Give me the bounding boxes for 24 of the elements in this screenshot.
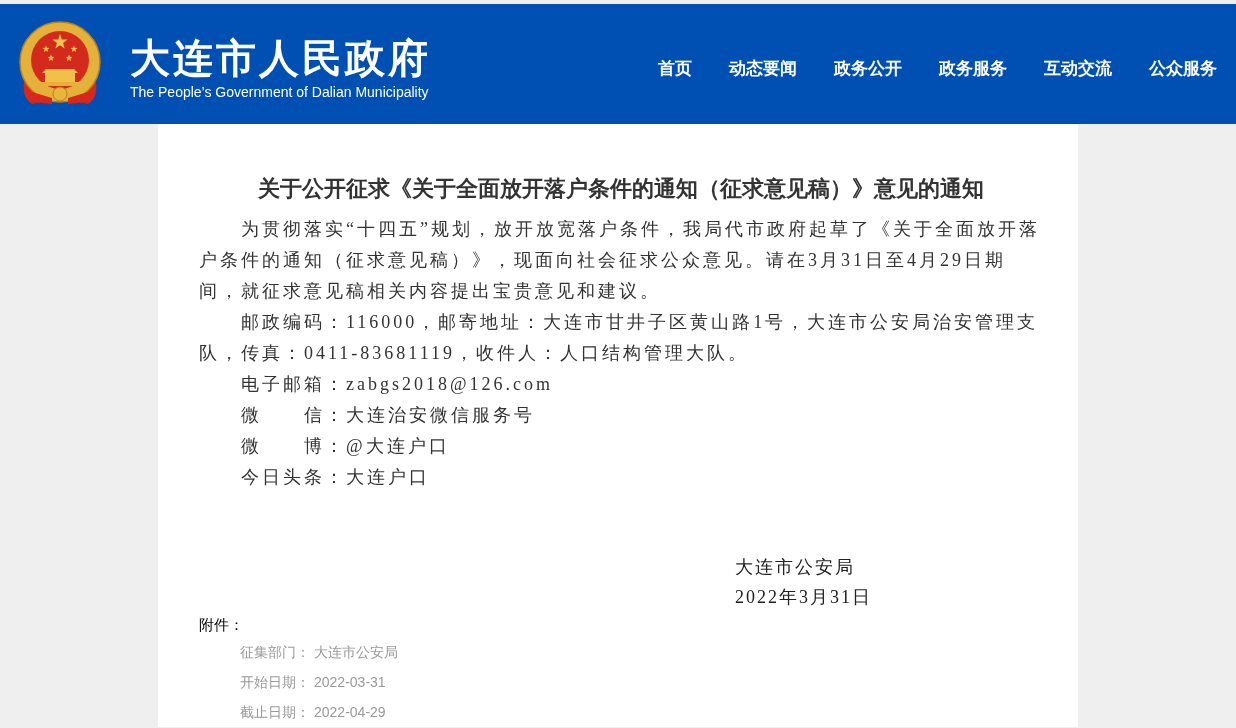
meta-value: 大连市公安局	[314, 643, 398, 662]
meta-label: 开始日期：	[240, 673, 310, 692]
nav-link[interactable]: 公众服务	[1149, 56, 1217, 80]
body-paragraph: 电子邮箱：zabgs2018@126.com	[240, 373, 555, 396]
meta-value: 2022-03-31	[314, 673, 386, 692]
body-paragraph: 今日头条：大连户口	[240, 466, 431, 489]
meta-label: 征集部门：	[240, 643, 310, 662]
attachments-label: 附件：	[199, 615, 244, 635]
nav-link[interactable]: 动态要闻	[729, 56, 797, 80]
nav-link[interactable]: 首页	[658, 56, 692, 80]
nav-link[interactable]: 政务公开	[834, 56, 902, 80]
body-paragraph: 微 博：@大连户口	[240, 435, 451, 458]
nav-link[interactable]: 政务服务	[939, 56, 1007, 80]
signature-organization: 大连市公安局	[735, 556, 855, 579]
body-paragraph: 微 信：大连治安微信服务号	[240, 404, 536, 427]
body-paragraph: 邮政编码：116000，邮寄地址：大连市甘井子区黄山路1号，大连市公安局治安管理支队，传真：0411-83681119，收件人：人口结构管理大队。	[199, 311, 1040, 365]
nav-link[interactable]: 互动交流	[1044, 56, 1112, 80]
meta-label: 截止日期：	[240, 703, 310, 722]
signature-date: 2022年3月31日	[735, 586, 872, 609]
site-title: 大连市人民政府	[130, 34, 431, 81]
body-paragraph: 为贯彻落实“十四五”规划，放开放宽落户条件，我局代市政府起草了《关于全面放开落户条件的通知（征求意见稿）》，现面向社会征求公众意见。请在3月31日至4月29日期间，就征求意见稿相关内容提出宝贵意见和建议。	[199, 218, 1041, 303]
article-title: 关于公开征求《关于全面放开落户条件的通知（征求意见稿）》意见的通知	[257, 175, 985, 203]
meta-value: 2022-04-29	[314, 703, 386, 722]
site-subtitle: The People’s Government of Dalian Municipality	[130, 83, 430, 100]
